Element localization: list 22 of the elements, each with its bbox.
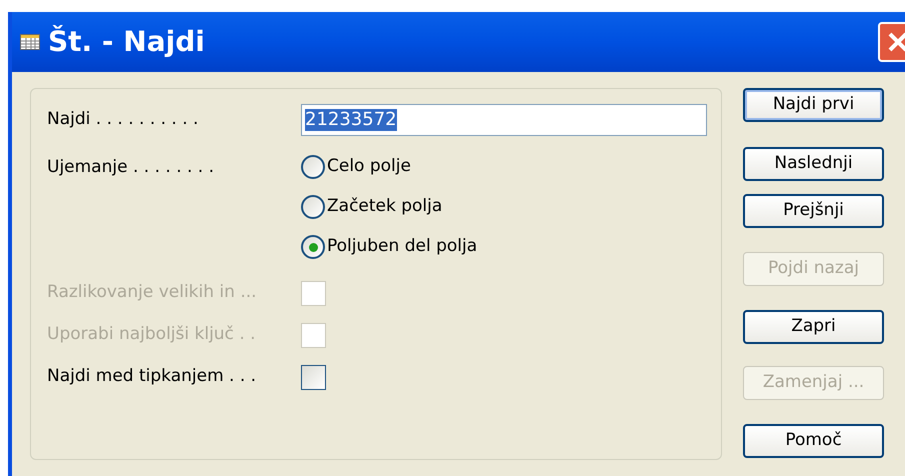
find-field[interactable]: 21233572 (301, 104, 707, 136)
window-title: Št. - Najdi (48, 24, 205, 60)
dialog-button[interactable]: Prejšnji (743, 194, 884, 228)
checkbox-label: Razlikovanje velikih in ... (47, 281, 258, 304)
radio-button[interactable] (301, 235, 325, 259)
table-icon (20, 34, 40, 50)
checkbox-label: Uporabi najboljši ključ . . (47, 323, 257, 346)
radio-button[interactable] (301, 195, 325, 219)
checkbox-label: Najdi med tipkanjem . . . (47, 365, 258, 388)
dialog-button[interactable]: Zapri (743, 310, 884, 344)
field-value: 21233572 (305, 109, 397, 131)
radio-button[interactable] (301, 155, 325, 179)
close-icon (887, 31, 905, 53)
find-label: Najdi . . . . . . . . . . (47, 108, 200, 132)
radio-label: Poljuben del polja (327, 235, 478, 258)
dialog-button[interactable]: Najdi prvi (743, 88, 884, 122)
dialog-button[interactable]: Naslednji (743, 147, 884, 181)
match-label: Ujemanje . . . . . . . . (47, 156, 216, 179)
radio-label: Začetek polja (327, 195, 442, 218)
checkbox[interactable] (301, 364, 326, 390)
dialog-button[interactable]: Pomoč (743, 424, 884, 458)
radio-label: Celo polje (327, 155, 411, 178)
